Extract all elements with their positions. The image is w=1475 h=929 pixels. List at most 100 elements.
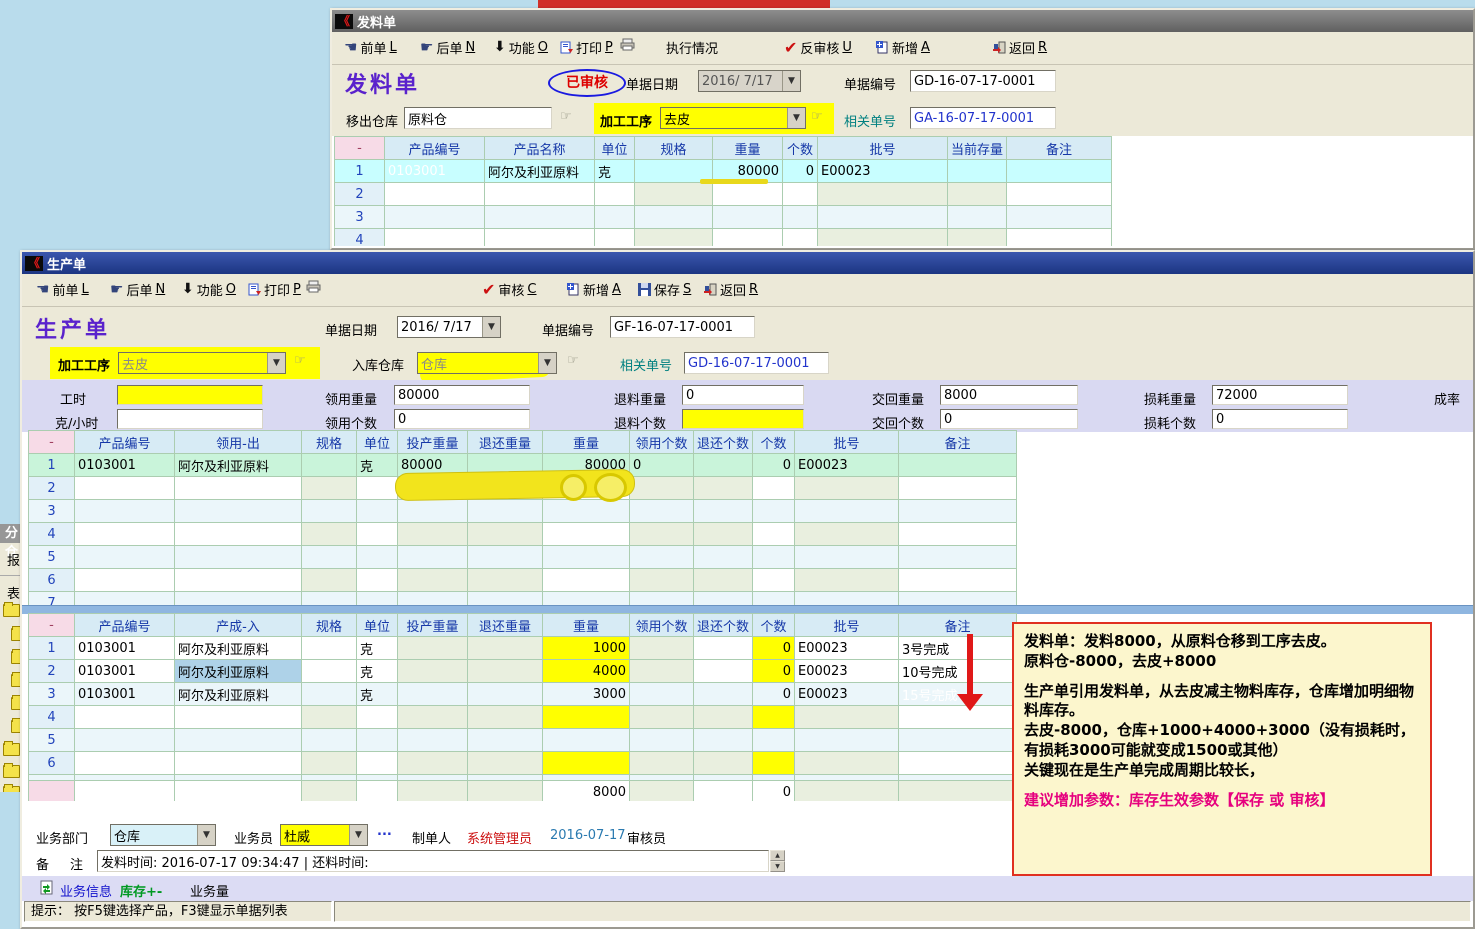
table-row: 2	[335, 183, 1112, 206]
back-count-field[interactable]	[940, 409, 1078, 429]
warehouse-label: 入库仓库	[352, 355, 404, 374]
loss-weight-field[interactable]	[1212, 385, 1348, 405]
hand-left-icon: ☚	[36, 283, 49, 296]
add-new-button[interactable]: 新增A	[876, 38, 930, 57]
related-doc-field[interactable]	[684, 352, 829, 374]
used-weight-field[interactable]	[394, 385, 530, 405]
exec-status-button[interactable]: 执行情况	[666, 38, 718, 57]
total-count: 0	[753, 781, 795, 802]
functions-button[interactable]: ⬇功能O	[494, 38, 548, 57]
save-icon	[638, 283, 651, 296]
return-button[interactable]: 返回R	[703, 280, 758, 299]
date-label: 单据日期	[325, 320, 377, 339]
highlight-annotation	[594, 473, 627, 502]
issue-window-titlebar[interactable]: 《 发料单	[332, 10, 1473, 32]
hours-field[interactable]	[117, 385, 263, 405]
down-arrow-icon: ⬇	[494, 41, 506, 54]
next-doc-button[interactable]: ☛后单N	[110, 280, 165, 299]
chevron-down-icon[interactable]: ▼	[197, 825, 215, 845]
prev-doc-button[interactable]: ☚前单L	[36, 280, 89, 299]
table-row: 3	[335, 206, 1112, 229]
folder-icon[interactable]	[3, 743, 20, 756]
per-hour-field[interactable]	[117, 409, 263, 429]
memo-field[interactable]	[97, 850, 769, 872]
save-button[interactable]: 保存S	[638, 280, 691, 299]
loss-count-field[interactable]	[1212, 409, 1348, 429]
background-banner	[538, 0, 830, 8]
folder-icon[interactable]	[3, 765, 20, 778]
audit-button[interactable]: ✔审核C	[482, 280, 537, 299]
production-heading: 生产单	[35, 312, 110, 344]
more-button[interactable]: ...	[377, 824, 392, 839]
table-total-row: 8000 0	[29, 781, 1017, 802]
pointer-hand-icon[interactable]: ☞	[560, 109, 572, 124]
date-combobox[interactable]: 2016/ 7/17▼	[698, 70, 801, 92]
add-new-button[interactable]: 新增A	[567, 280, 621, 299]
process-combobox[interactable]: 去皮▼	[118, 352, 286, 374]
docno-label: 单据编号	[542, 320, 594, 339]
down-arrow-icon: ⬇	[182, 283, 194, 296]
chevron-down-icon[interactable]: ▼	[267, 353, 285, 373]
prev-doc-button[interactable]: ☚前单L	[344, 38, 397, 57]
production-window-titlebar[interactable]: 《 生产单	[22, 252, 1473, 274]
process-label: 加工工序	[600, 111, 652, 130]
pointer-hand-icon[interactable]: ☞	[567, 353, 579, 368]
new-doc-icon	[876, 41, 889, 54]
clerk-combobox[interactable]: 杜威▼	[280, 824, 368, 846]
note-paragraph: 发料单：发料8000，从原料仓移到工序去皮。 原料仓-8000，去皮+8000	[1024, 632, 1420, 672]
audited-badge: 已审核	[548, 69, 626, 97]
back-weight-field[interactable]	[940, 385, 1078, 405]
spinner-up-icon[interactable]: ▲	[770, 850, 785, 861]
total-weight: 8000	[543, 781, 630, 802]
related-doc-field[interactable]	[910, 107, 1056, 129]
date-combobox[interactable]: 2016/ 7/17▼	[397, 316, 501, 338]
printer-button[interactable]	[306, 280, 321, 293]
chevron-down-icon[interactable]: ▼	[538, 353, 556, 373]
return-button[interactable]: 返回R	[992, 38, 1047, 57]
dept-combobox[interactable]: 仓库▼	[110, 824, 216, 846]
table-header-row: - 产品编号 产品名称 单位 规格 重量 个数 批号 当前存量 备注	[335, 137, 1112, 160]
business-info-link[interactable]: 业务信息	[60, 881, 112, 900]
warehouse-field[interactable]	[404, 107, 552, 129]
functions-button[interactable]: ⬇功能O	[182, 280, 236, 299]
memo-label: 注	[70, 854, 83, 873]
stock-link[interactable]: 库存+-	[120, 881, 162, 900]
folder-icon[interactable]	[3, 604, 20, 617]
table-row: 7	[29, 592, 1017, 606]
annotation-note-box: 发料单：发料8000，从原料仓移到工序去皮。 原料仓-8000，去皮+8000 …	[1012, 622, 1432, 876]
chevron-down-icon[interactable]: ▼	[349, 825, 367, 845]
check-icon: ✔	[482, 283, 495, 297]
process-combobox[interactable]: 去皮▼	[660, 107, 806, 129]
chevron-down-icon[interactable]: ▼	[787, 108, 805, 128]
print-button[interactable]: 打印P	[248, 280, 301, 299]
return-weight-field[interactable]	[682, 385, 804, 405]
chevron-down-icon[interactable]: ▼	[782, 71, 800, 91]
loss-weight-label: 损耗重量	[1144, 389, 1196, 408]
docno-field[interactable]	[910, 70, 1056, 92]
next-doc-button[interactable]: ☛后单N	[420, 38, 475, 57]
status-bar-extra	[334, 901, 1471, 922]
unaudit-button[interactable]: ✔反审核U	[784, 38, 852, 57]
print-button[interactable]: 打印P	[560, 38, 613, 57]
maker-value: 系统管理员	[467, 828, 532, 847]
memo-spinner[interactable]: ▲▼	[770, 850, 785, 872]
used-count-field[interactable]	[394, 409, 530, 429]
spinner-down-icon[interactable]: ▼	[770, 861, 785, 872]
printer-button[interactable]	[620, 38, 635, 51]
volume-link[interactable]: 业务量	[190, 881, 229, 900]
highlight-annotation	[560, 474, 587, 501]
exit-icon	[992, 41, 1006, 54]
chevron-down-icon[interactable]: ▼	[482, 317, 500, 337]
selected-cell[interactable]: 0103001	[385, 160, 485, 183]
return-count-field[interactable]	[682, 409, 804, 429]
check-icon: ✔	[784, 41, 797, 55]
date-label: 单据日期	[626, 74, 678, 93]
issue-toolbar: ☚前单L ☛后单N ⬇功能O 打印P 执行情况 ✔反审核U 新增A 返回R	[332, 32, 1473, 65]
pointer-hand-icon[interactable]: ☞	[811, 109, 823, 124]
warehouse-combobox[interactable]: 仓库▼	[417, 352, 557, 374]
pointer-hand-icon[interactable]: ☞	[294, 353, 306, 368]
docno-field[interactable]	[610, 316, 755, 338]
clerk-label: 业务员	[234, 828, 273, 847]
products-in-table: - 产品编号 产成-入 规格 单位 投产重量 退还重量 重量 领用个数 退还个数…	[28, 613, 1019, 801]
folder-icon[interactable]	[3, 786, 20, 792]
